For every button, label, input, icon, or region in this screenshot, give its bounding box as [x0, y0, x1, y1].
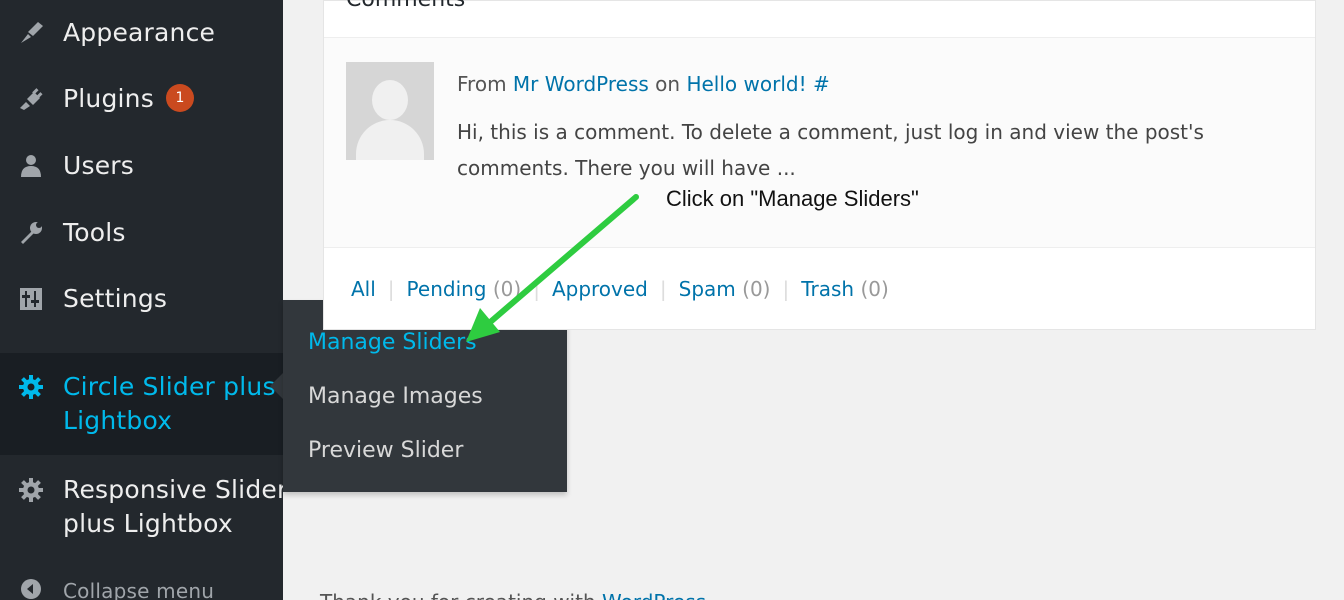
filter-spam-count: (0) [742, 277, 771, 301]
widget-title: Comments [346, 0, 465, 12]
comment-filters: All | Pending (0) | Approved | Spam (0) | Trash … [351, 277, 889, 301]
settings-icon [20, 288, 42, 310]
sidebar-item-appearance[interactable]: Appearance [0, 16, 283, 50]
users-icon [21, 155, 41, 177]
admin-sidebar: Appearance Plugins 1 Users Tools Setting… [0, 0, 287, 600]
filter-trash-count: (0) [860, 277, 889, 301]
filter-trash[interactable]: Trash [801, 277, 854, 301]
filter-approved[interactable]: Approved [552, 277, 648, 301]
sidebar-item-label: Plugins [63, 84, 154, 113]
update-count-badge: 1 [166, 84, 195, 112]
sidebar-item-settings[interactable]: Settings [0, 282, 283, 316]
paintbrush-icon [21, 22, 43, 43]
sidebar-item-tools[interactable]: Tools [0, 216, 283, 250]
collapse-icon [21, 579, 41, 599]
sidebar-item-label-line1: Responsive Slider [63, 475, 288, 504]
sidebar-item-label: Appearance [63, 18, 216, 47]
sidebar-item-plugins[interactable]: Plugins 1 [0, 82, 283, 116]
sidebar-item-label-line2: plus Lightbox [63, 509, 233, 538]
filter-pending[interactable]: Pending [407, 277, 487, 301]
wrench-icon [21, 222, 42, 244]
submenu-item-manage-sliders[interactable]: Manage Sliders [308, 330, 477, 355]
on-label: on [655, 72, 681, 96]
footer-wordpress-link[interactable]: WordPress. [602, 590, 712, 600]
submenu-item-preview-slider[interactable]: Preview Slider [308, 438, 463, 463]
collapse-menu-button[interactable]: Collapse menu [0, 574, 283, 600]
filter-pending-count: (0) [492, 277, 522, 301]
comment-excerpt: Hi, this is a comment. To delete a comme… [457, 120, 1204, 180]
annotation-callout: Click on "Manage Sliders" [666, 186, 919, 211]
sidebar-item-label-line1: Circle Slider plus [63, 372, 276, 401]
sidebar-item-label: Tools [63, 218, 126, 247]
comment-post-link[interactable]: Hello world! # [686, 72, 829, 96]
filter-all[interactable]: All [351, 277, 376, 301]
sidebar-item-circle-slider[interactable]: Circle Slider plus Lightbox [0, 353, 283, 455]
comment-item: From Mr WordPress on Hello world! # Hi, … [324, 38, 1315, 247]
admin-footer: Thank you for creating with WordPress. [320, 590, 712, 600]
gear-icon [19, 478, 43, 502]
footer-text: Thank you for creating with [320, 590, 596, 600]
sidebar-item-users[interactable]: Users [0, 149, 283, 183]
comments-widget: Comments From Mr WordPress on Hello worl… [323, 0, 1316, 330]
filter-spam[interactable]: Spam [679, 277, 736, 301]
sidebar-item-label-line2: Lightbox [63, 406, 173, 435]
sidebar-item-label: Users [63, 151, 135, 180]
collapse-menu-label: Collapse menu [63, 579, 215, 600]
comment-meta: From Mr WordPress on Hello world! # [457, 72, 830, 96]
divider [324, 247, 1315, 248]
avatar [346, 62, 434, 160]
gear-icon [19, 375, 43, 399]
sidebar-item-responsive-slider[interactable]: Responsive Slider plus Lightbox [0, 471, 287, 543]
sidebar-item-label: Settings [63, 284, 168, 313]
plugin-icon [20, 88, 43, 110]
submenu-item-manage-images[interactable]: Manage Images [308, 384, 483, 409]
comment-author-link[interactable]: Mr WordPress [513, 72, 649, 96]
submenu-pointer [270, 373, 283, 399]
from-label: From [457, 72, 507, 96]
